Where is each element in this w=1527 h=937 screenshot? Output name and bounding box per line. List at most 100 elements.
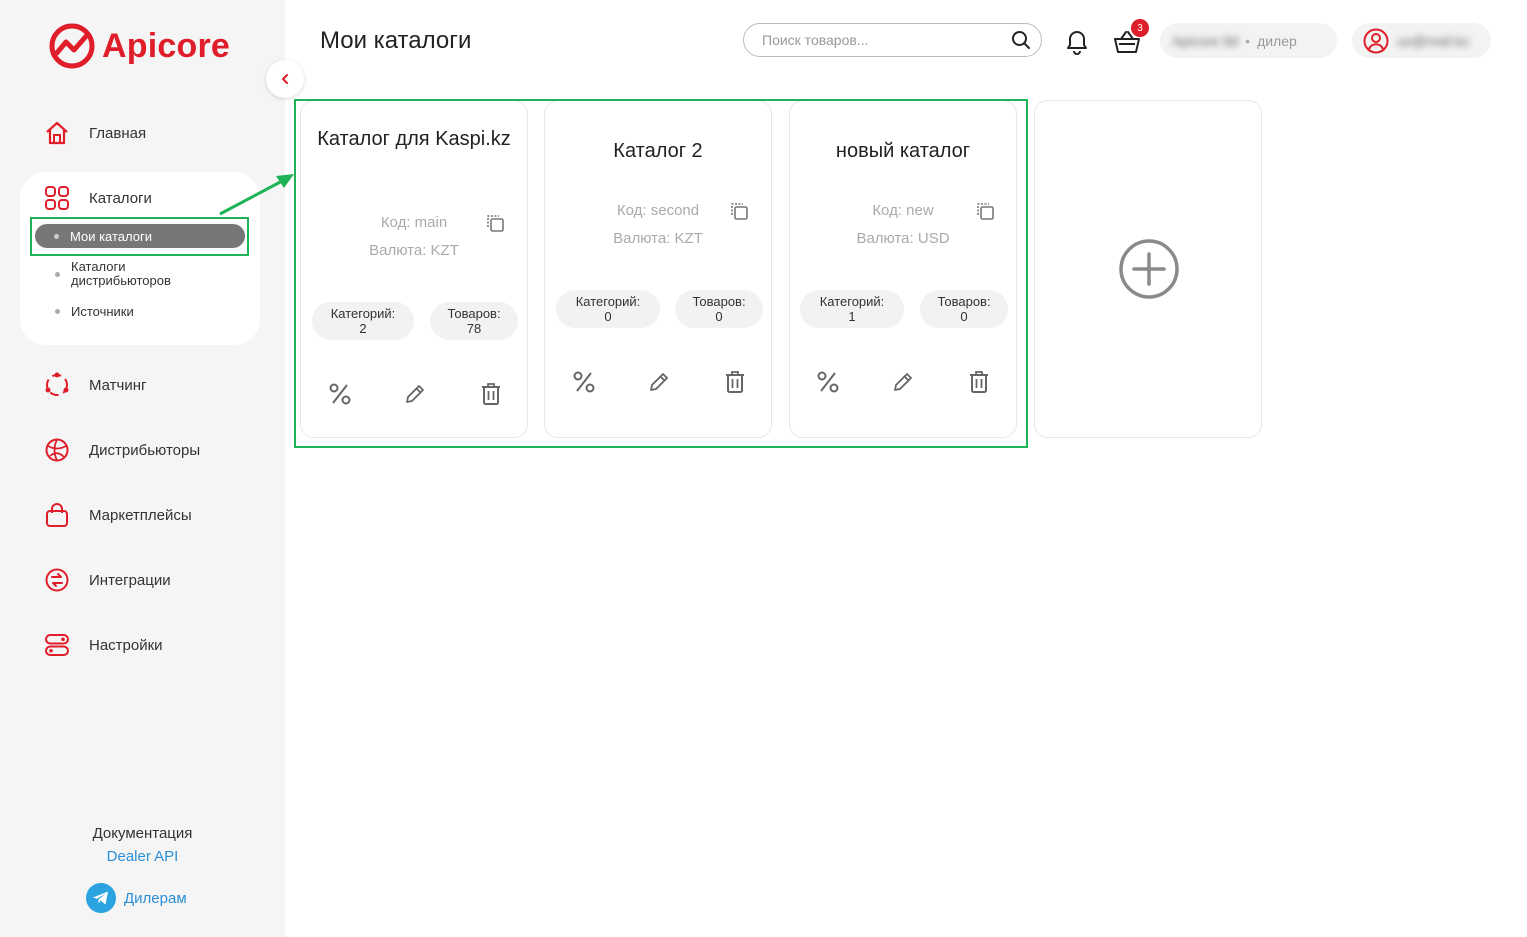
settings-icon	[45, 634, 69, 656]
categories-chip: Категорий: 1	[800, 290, 904, 328]
products-chip: Товаров: 0	[920, 290, 1008, 328]
currency-value: USD	[917, 230, 950, 247]
code-label: Код:	[380, 214, 411, 231]
docs-label: Документация	[92, 825, 193, 842]
sub-sources-label: Источники	[71, 304, 134, 319]
annotation-arrow-icon	[219, 174, 294, 216]
bell-icon[interactable]	[1064, 28, 1090, 56]
sub-distributor-catalogs-label: Каталоги дистрибьюторов	[71, 259, 171, 288]
telegram-icon	[86, 883, 116, 913]
nav-matching[interactable]: Матчинг	[44, 370, 147, 400]
nav-matching-label: Матчинг	[89, 376, 147, 394]
sidebar: Apicore Главная Каталоги Мои каталоги Ка…	[0, 0, 285, 937]
copy-icon[interactable]	[729, 201, 749, 221]
nav-settings[interactable]: Настройки	[44, 630, 163, 660]
percent-icon[interactable]	[815, 369, 841, 395]
percent-icon[interactable]	[571, 369, 597, 395]
catalog-currency: Валюта: KZT	[545, 230, 771, 247]
bag-icon	[46, 503, 68, 527]
code-label: Код:	[872, 202, 902, 219]
telegram-link[interactable]: Дилерам	[86, 883, 187, 913]
telegram-label: Дилерам	[124, 889, 187, 907]
trash-icon[interactable]	[478, 381, 504, 407]
separator-dot: •	[1245, 32, 1251, 49]
trash-icon[interactable]	[966, 369, 992, 395]
edit-icon[interactable]	[646, 369, 672, 395]
edit-icon[interactable]	[890, 369, 916, 395]
products-count: 78	[466, 321, 482, 336]
catalog-title: новый каталог	[835, 140, 971, 162]
nav-catalogs[interactable]: Каталоги	[44, 183, 152, 213]
logo[interactable]: Apicore	[48, 22, 230, 70]
docs-link[interactable]: Dealer API	[0, 848, 285, 865]
categories-label: Категорий:	[330, 306, 396, 321]
nav-settings-label: Настройки	[89, 636, 163, 654]
products-label: Товаров:	[937, 294, 991, 309]
catalog-currency: Валюта: USD	[790, 230, 1016, 247]
logo-icon	[49, 23, 95, 69]
nav-integrations-label: Интеграции	[89, 571, 171, 589]
nav-marketplaces[interactable]: Маркетплейсы	[44, 500, 192, 530]
nav-distributors-label: Дистрибьюторы	[89, 441, 201, 459]
copy-icon[interactable]	[975, 201, 995, 221]
copy-icon[interactable]	[485, 213, 505, 233]
collapse-sidebar-button[interactable]	[266, 60, 304, 98]
nav-integrations[interactable]: Интеграции	[44, 565, 171, 595]
currency-label: Валюта:	[369, 242, 427, 259]
code-label: Код:	[616, 202, 647, 219]
catalog-card[interactable]: Каталог 2 Код: second Валюта: KZT Катего…	[544, 100, 772, 438]
matching-icon	[45, 372, 69, 396]
sub-my-catalogs[interactable]: Мои каталоги	[35, 224, 245, 248]
currency-value: KZT	[430, 242, 459, 259]
categories-count: 0	[604, 309, 612, 324]
edit-icon[interactable]	[402, 381, 428, 407]
nav-distributors[interactable]: Дистрибьюторы	[44, 435, 200, 465]
search-input[interactable]	[760, 31, 1011, 49]
code-value: second	[650, 202, 700, 219]
nav-catalogs-label: Каталоги	[89, 189, 152, 207]
chevron-left-icon	[282, 74, 288, 84]
user-pill[interactable]: us@mail.kz	[1352, 23, 1491, 58]
catalog-card[interactable]: Каталог для Kaspi.kz Код: main Валюта: K…	[300, 100, 528, 438]
add-catalog-card[interactable]	[1034, 100, 1262, 438]
products-label: Товаров:	[692, 294, 746, 309]
home-icon	[46, 121, 68, 145]
nav-home-label: Главная	[89, 124, 147, 142]
categories-chip: Категорий: 2	[312, 302, 414, 340]
products-chip: Товаров: 78	[430, 302, 518, 340]
sub-distributor-catalogs[interactable]: Каталоги дистрибьюторов	[55, 260, 215, 288]
integrations-icon	[45, 568, 69, 592]
currency-label: Валюта:	[613, 230, 671, 247]
user-icon	[1363, 28, 1389, 53]
trash-icon[interactable]	[722, 369, 748, 395]
search-box	[743, 23, 1042, 57]
catalog-card[interactable]: новый каталог Код: new Валюта: USD Катег…	[789, 100, 1017, 438]
currency-label: Валюта:	[856, 230, 914, 247]
sub-my-catalogs-label: Мои каталоги	[70, 228, 152, 244]
categories-label: Категорий:	[819, 294, 885, 309]
catalog-title: Каталог 2	[613, 140, 703, 162]
plus-circle-icon	[1119, 239, 1179, 299]
globe-icon	[45, 438, 69, 462]
products-count: 0	[960, 309, 968, 324]
code-value: new	[906, 202, 934, 219]
products-label: Товаров:	[447, 306, 501, 321]
code-value: main	[414, 214, 448, 231]
search-icon[interactable]	[1011, 30, 1031, 50]
company-name: Apicore ltd	[1172, 32, 1239, 49]
nav-marketplaces-label: Маркетплейсы	[89, 506, 192, 524]
role-label: дилер	[1257, 32, 1297, 49]
products-chip: Товаров: 0	[675, 290, 763, 328]
page-title: Мои каталоги	[320, 27, 472, 54]
categories-count: 2	[359, 321, 367, 336]
sub-sources[interactable]: Источники	[55, 304, 134, 319]
currency-value: KZT	[674, 230, 703, 247]
bullet-dot	[55, 309, 60, 314]
catalog-title: Каталог для Kaspi.kz	[317, 128, 511, 150]
bullet-dot	[55, 271, 60, 277]
categories-count: 1	[848, 309, 856, 324]
bullet-dot	[54, 233, 59, 239]
company-pill[interactable]: Apicore ltd • дилер	[1160, 23, 1337, 58]
percent-icon[interactable]	[327, 381, 353, 407]
nav-home[interactable]: Главная	[44, 118, 146, 148]
